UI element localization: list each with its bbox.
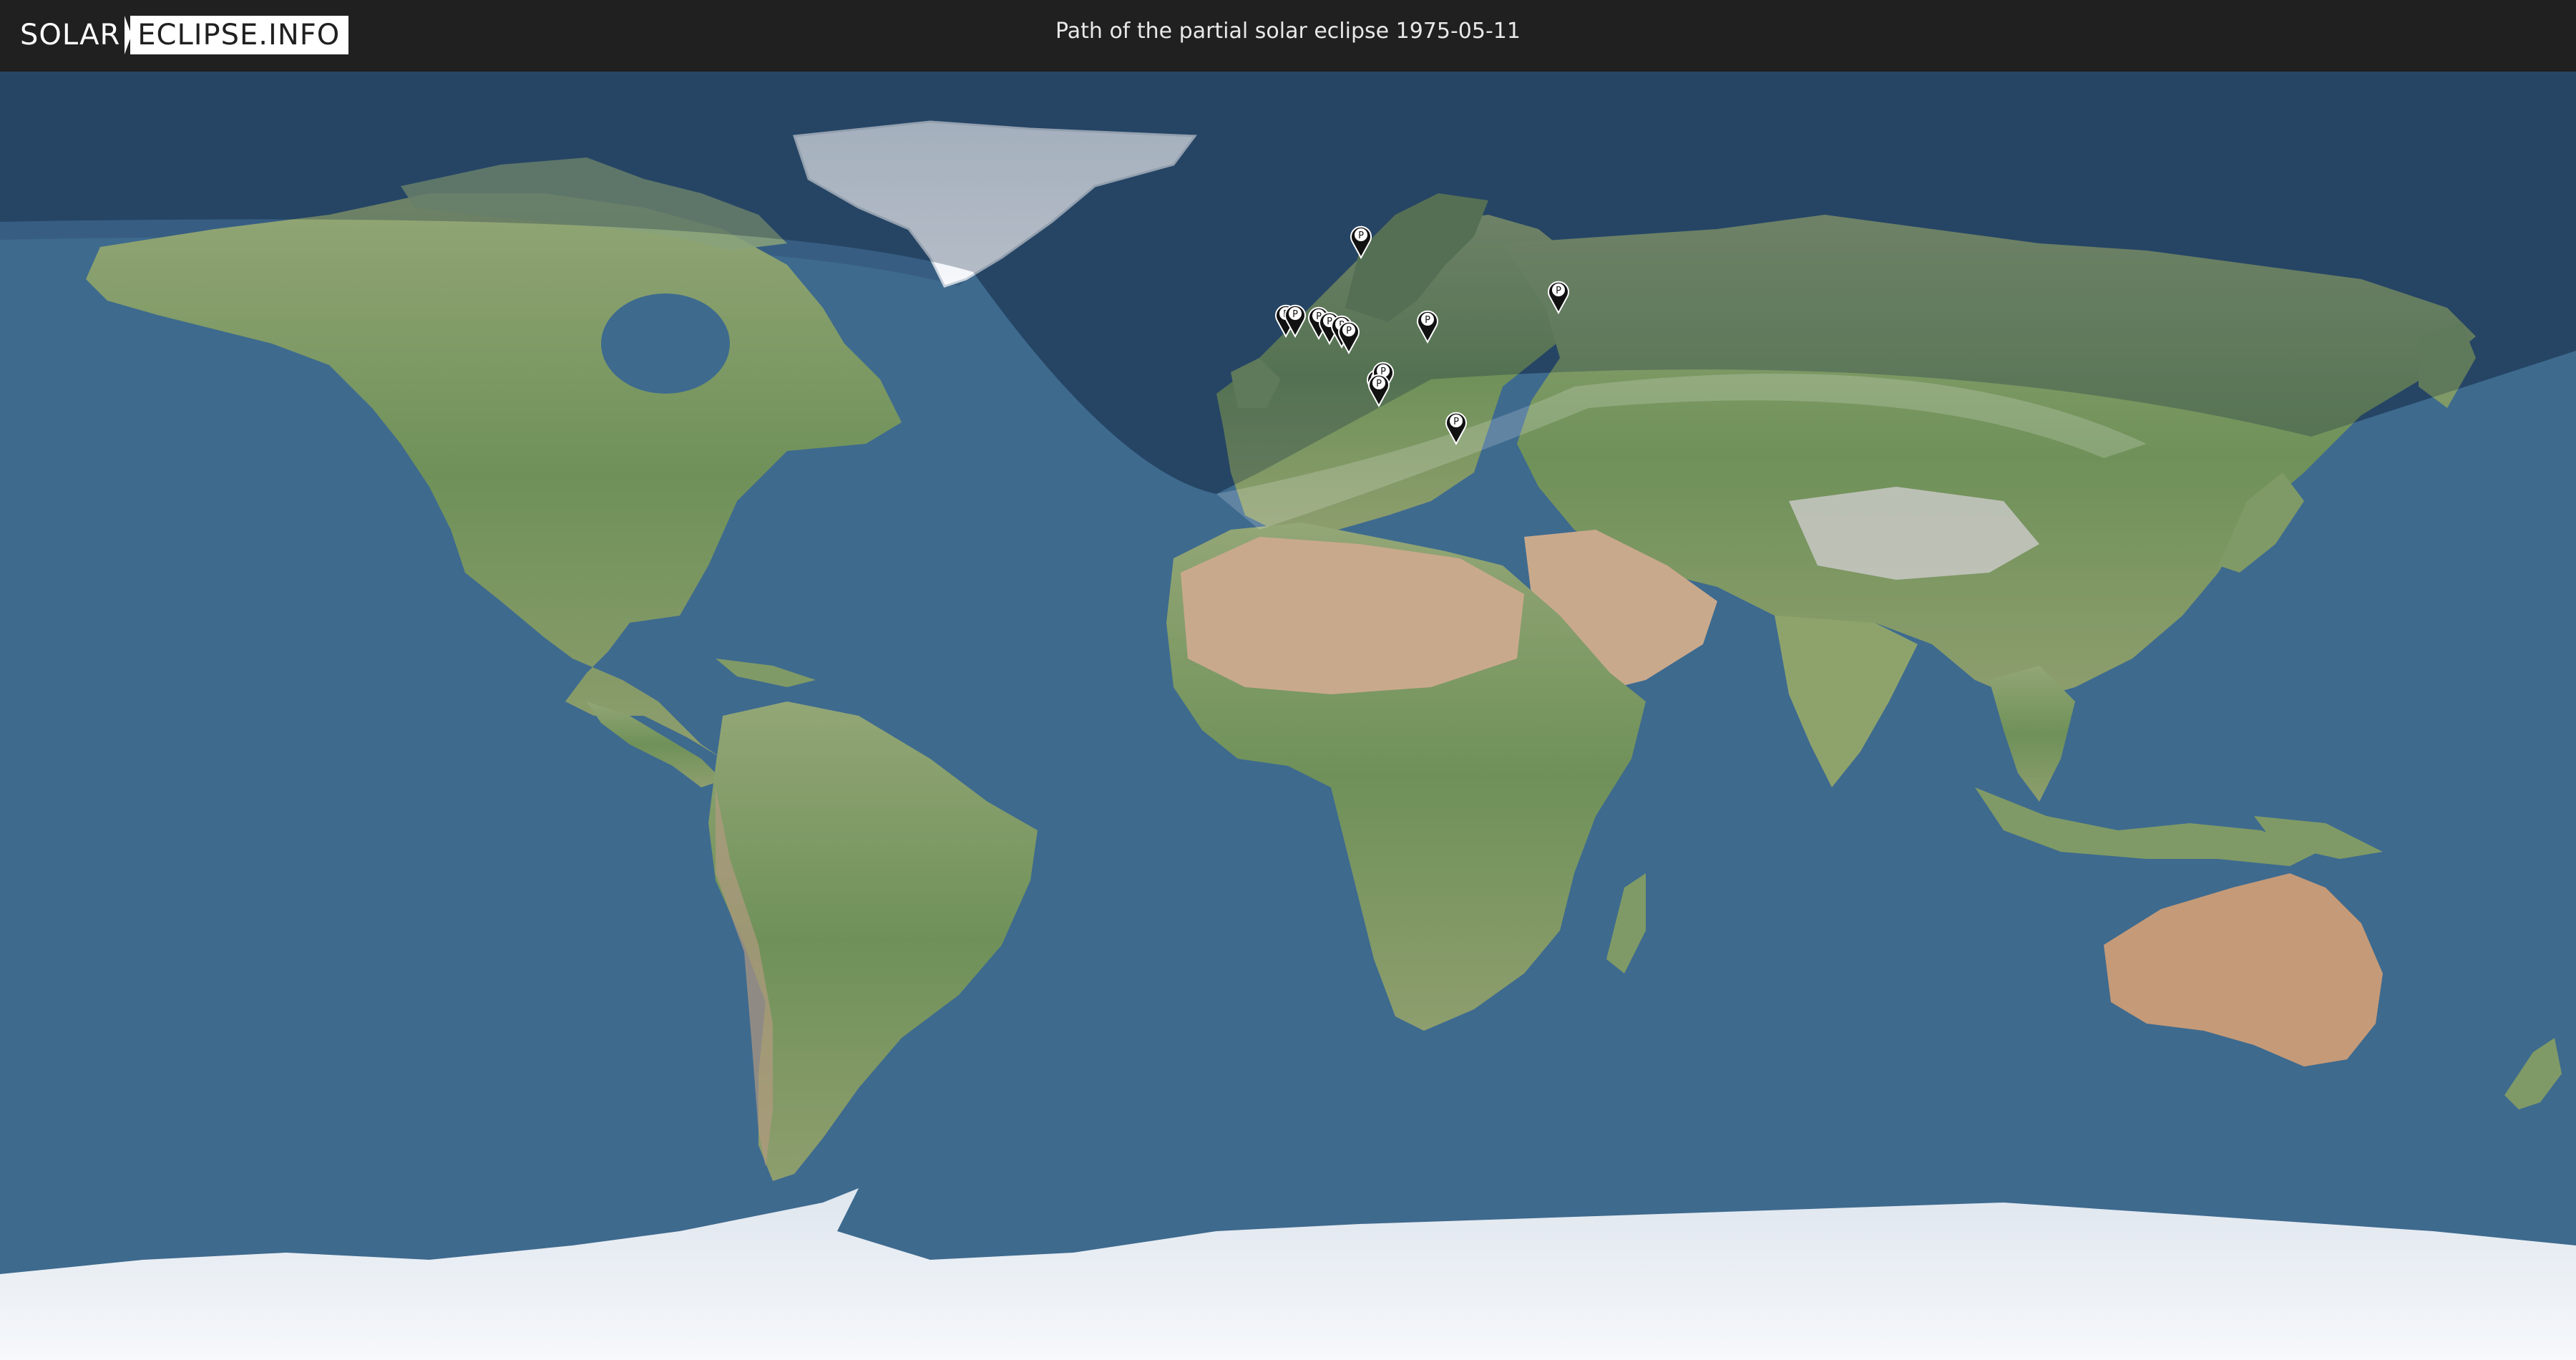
world-map[interactable]: PPPPPPPPPPPPP <box>0 72 2576 1360</box>
marker-label: P <box>1358 230 1364 241</box>
marker-label: P <box>1292 309 1298 320</box>
world-map-svg[interactable]: PPPPPPPPPPPPP <box>0 72 2576 1360</box>
marker-label: P <box>1556 286 1561 296</box>
page-title: Path of the partial solar eclipse 1975-0… <box>1055 19 1521 44</box>
marker-label: P <box>1453 417 1459 427</box>
header-bar: SOLAR ECLIPSE.INFO Path of the partial s… <box>0 0 2576 72</box>
marker-label: P <box>1346 326 1352 336</box>
hudson-bay <box>601 293 730 394</box>
marker-label: P <box>1425 315 1430 326</box>
marker-label: P <box>1376 379 1382 389</box>
